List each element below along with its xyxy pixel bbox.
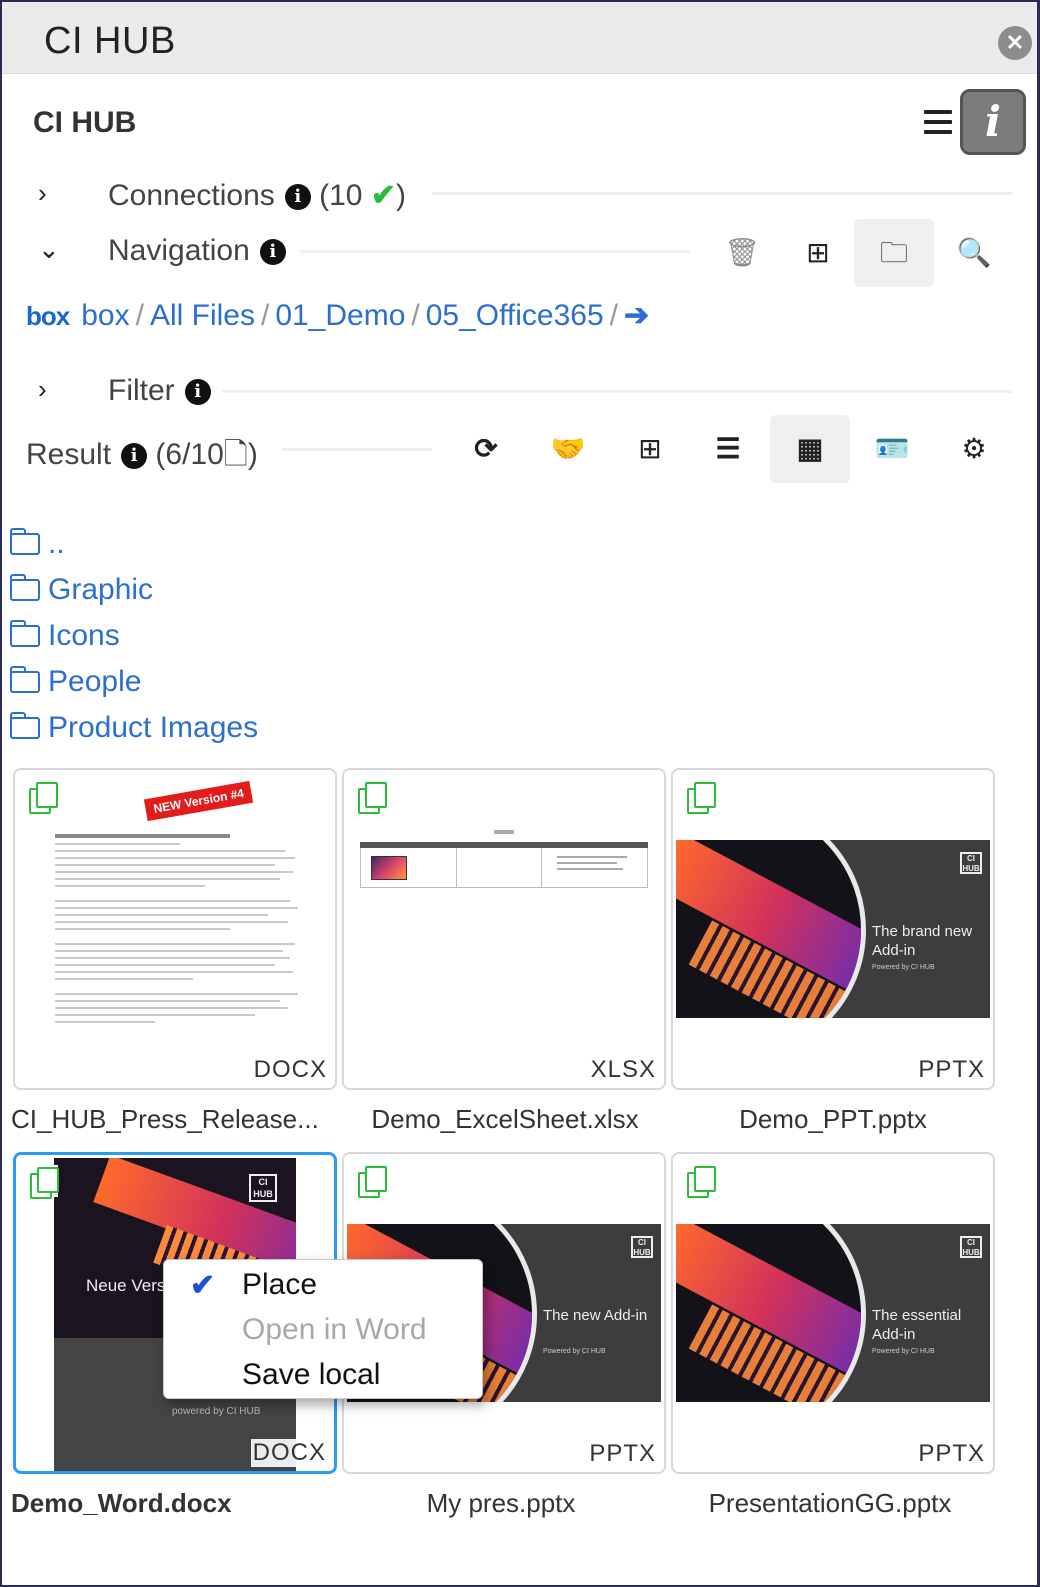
chevron-down-icon[interactable]: ⌄ [38, 234, 60, 264]
checkmark-icon: ✔ [190, 1269, 216, 1302]
info-icon[interactable]: i [259, 239, 286, 265]
folder-item[interactable]: Icons [10, 619, 120, 653]
navigation-label: Navigation [108, 234, 250, 267]
folder-icon[interactable]: 🗀 [854, 219, 934, 287]
chevron-right-icon[interactable]: › [38, 178, 58, 208]
asset-name: My pres.pptx [426, 1488, 576, 1518]
info-icon[interactable]: i [960, 89, 1026, 155]
asset-card[interactable]: CI HUB The essential Add-in Powered by C… [671, 1152, 995, 1474]
file-type-badge: DOCX [250, 1439, 328, 1467]
info-icon[interactable]: i [121, 443, 148, 469]
refresh-icon[interactable]: ⟳ [446, 415, 526, 483]
chevron-right-icon[interactable]: › [38, 374, 58, 404]
breadcrumb-item[interactable]: 01_Demo [275, 299, 405, 332]
breadcrumb-item[interactable]: All Files [150, 299, 255, 332]
copy-icon[interactable] [683, 1164, 716, 1198]
file-type-badge: DOCX [251, 1056, 329, 1084]
slide-thumbnail: CI HUB The brand new Add-in Powered by C… [676, 840, 990, 1018]
divider [300, 250, 690, 253]
file-type-badge: PPTX [916, 1056, 987, 1084]
slide-thumbnail: CI HUB The essential Add-in Powered by C… [676, 1224, 990, 1402]
copy-icon[interactable] [354, 780, 387, 814]
ci-hub-logo: CI HUB [960, 1236, 982, 1258]
filter-label: Filter [108, 374, 175, 407]
asset-card[interactable]: CI HUB The brand new Add-in Powered by C… [671, 768, 995, 1090]
asset-name: Demo_PPT.pptx [739, 1104, 927, 1134]
folder-icon [10, 620, 40, 647]
file-type-badge: XLSX [588, 1056, 658, 1084]
folder-icon [10, 574, 40, 601]
folder-item[interactable]: .. [10, 527, 65, 561]
handshake-icon[interactable]: 🤝 [528, 415, 608, 483]
divider [282, 448, 432, 451]
folder-item[interactable]: Product Images [10, 711, 258, 745]
folder-item[interactable]: People [10, 665, 141, 699]
copy-icon[interactable] [25, 780, 58, 814]
asset-card[interactable]: XLSX [342, 768, 666, 1090]
asset-name: Demo_ExcelSheet.xlsx [371, 1104, 639, 1134]
breadcrumb-item[interactable]: box [81, 299, 129, 332]
result-label: Result [26, 438, 112, 471]
folder-icon [10, 712, 40, 739]
menu-item-open-in-word: Open in Word [242, 1313, 427, 1346]
list-view-icon[interactable]: ☰ [688, 415, 768, 483]
info-icon[interactable]: i [284, 184, 311, 210]
asset-name: CI_HUB_Press_Release... [11, 1104, 319, 1134]
result-count: (6/10 [155, 438, 224, 471]
breadcrumb: box box / All Files/01_Demo/05_Office365/➔ [26, 299, 650, 332]
ci-hub-logo: CI HUB [249, 1174, 277, 1202]
copy-icon[interactable] [354, 1164, 387, 1198]
connections-count: (10 [319, 179, 363, 212]
folder-item[interactable]: Graphic [10, 573, 153, 607]
asset-name: Demo_Word.docx [11, 1488, 232, 1518]
document-thumbnail [55, 774, 305, 1084]
copy-icon[interactable] [26, 1165, 59, 1199]
close-icon[interactable]: ✕ [998, 26, 1032, 60]
box-logo-icon: box [26, 301, 70, 331]
divider [432, 192, 1012, 195]
file-type-badge: PPTX [587, 1440, 658, 1468]
add-icon[interactable]: ⊞ [778, 219, 858, 287]
arrow-right-icon[interactable]: ➔ [624, 299, 649, 332]
app-name: CI HUB [33, 106, 137, 139]
connections-label: Connections [108, 179, 275, 212]
connections-row[interactable]: › Connections i (10 ✔) [0, 172, 1035, 218]
info-icon[interactable]: i [184, 379, 211, 405]
breadcrumb-item[interactable]: 05_Office365 [426, 299, 604, 332]
asset-name: PresentationGG.pptx [708, 1488, 952, 1518]
search-icon[interactable]: 🔍 [934, 219, 1014, 287]
folder-icon [10, 528, 40, 555]
menu-icon[interactable] [924, 110, 952, 136]
gear-icon[interactable]: ⚙ [934, 415, 1014, 483]
asset-card[interactable]: NEW Version #4 DOCX [13, 768, 337, 1090]
file-icon: 🗋 [223, 438, 248, 471]
ci-hub-logo: CI HUB [960, 852, 982, 874]
menu-item-save-local[interactable]: Save local [242, 1358, 380, 1392]
spreadsheet-thumbnail [360, 830, 648, 890]
window-title: CI HUB [44, 20, 176, 62]
ci-hub-logo: CI HUB [631, 1236, 653, 1258]
window-title-bar: CI HUB ✕ [2, 2, 1037, 74]
context-menu: ✔ Place Open in Word Save local [163, 1259, 483, 1399]
result-header: Result i (6/10🗋) [26, 438, 258, 471]
grid-view-icon[interactable]: ▦ [770, 415, 850, 483]
add-icon[interactable]: ⊞ [610, 415, 690, 483]
check-icon: ✔ [370, 179, 396, 212]
folder-icon [10, 666, 40, 693]
trash-icon[interactable]: 🗑 [702, 219, 782, 287]
filter-row[interactable]: › Filter i [0, 368, 1035, 414]
card-view-icon[interactable]: 🪪 [852, 415, 932, 483]
menu-item-place[interactable]: Place [242, 1268, 317, 1302]
divider [222, 390, 1012, 393]
copy-icon[interactable] [683, 780, 716, 814]
file-type-badge: PPTX [916, 1440, 987, 1468]
